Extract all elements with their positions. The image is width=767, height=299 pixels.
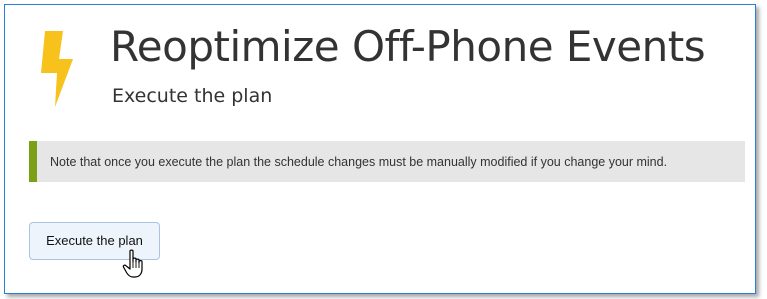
page-title: Reoptimize Off-Phone Events bbox=[110, 22, 706, 71]
lightning-bolt-icon bbox=[41, 31, 73, 107]
dialog-frame: Reoptimize Off-Phone Events Execute the … bbox=[4, 4, 756, 294]
note-text: Note that once you execute the plan the … bbox=[50, 155, 668, 169]
page-subtitle: Execute the plan bbox=[112, 85, 273, 107]
hand-pointer-cursor-icon bbox=[122, 249, 143, 278]
note-banner: Note that once you execute the plan the … bbox=[29, 141, 745, 182]
